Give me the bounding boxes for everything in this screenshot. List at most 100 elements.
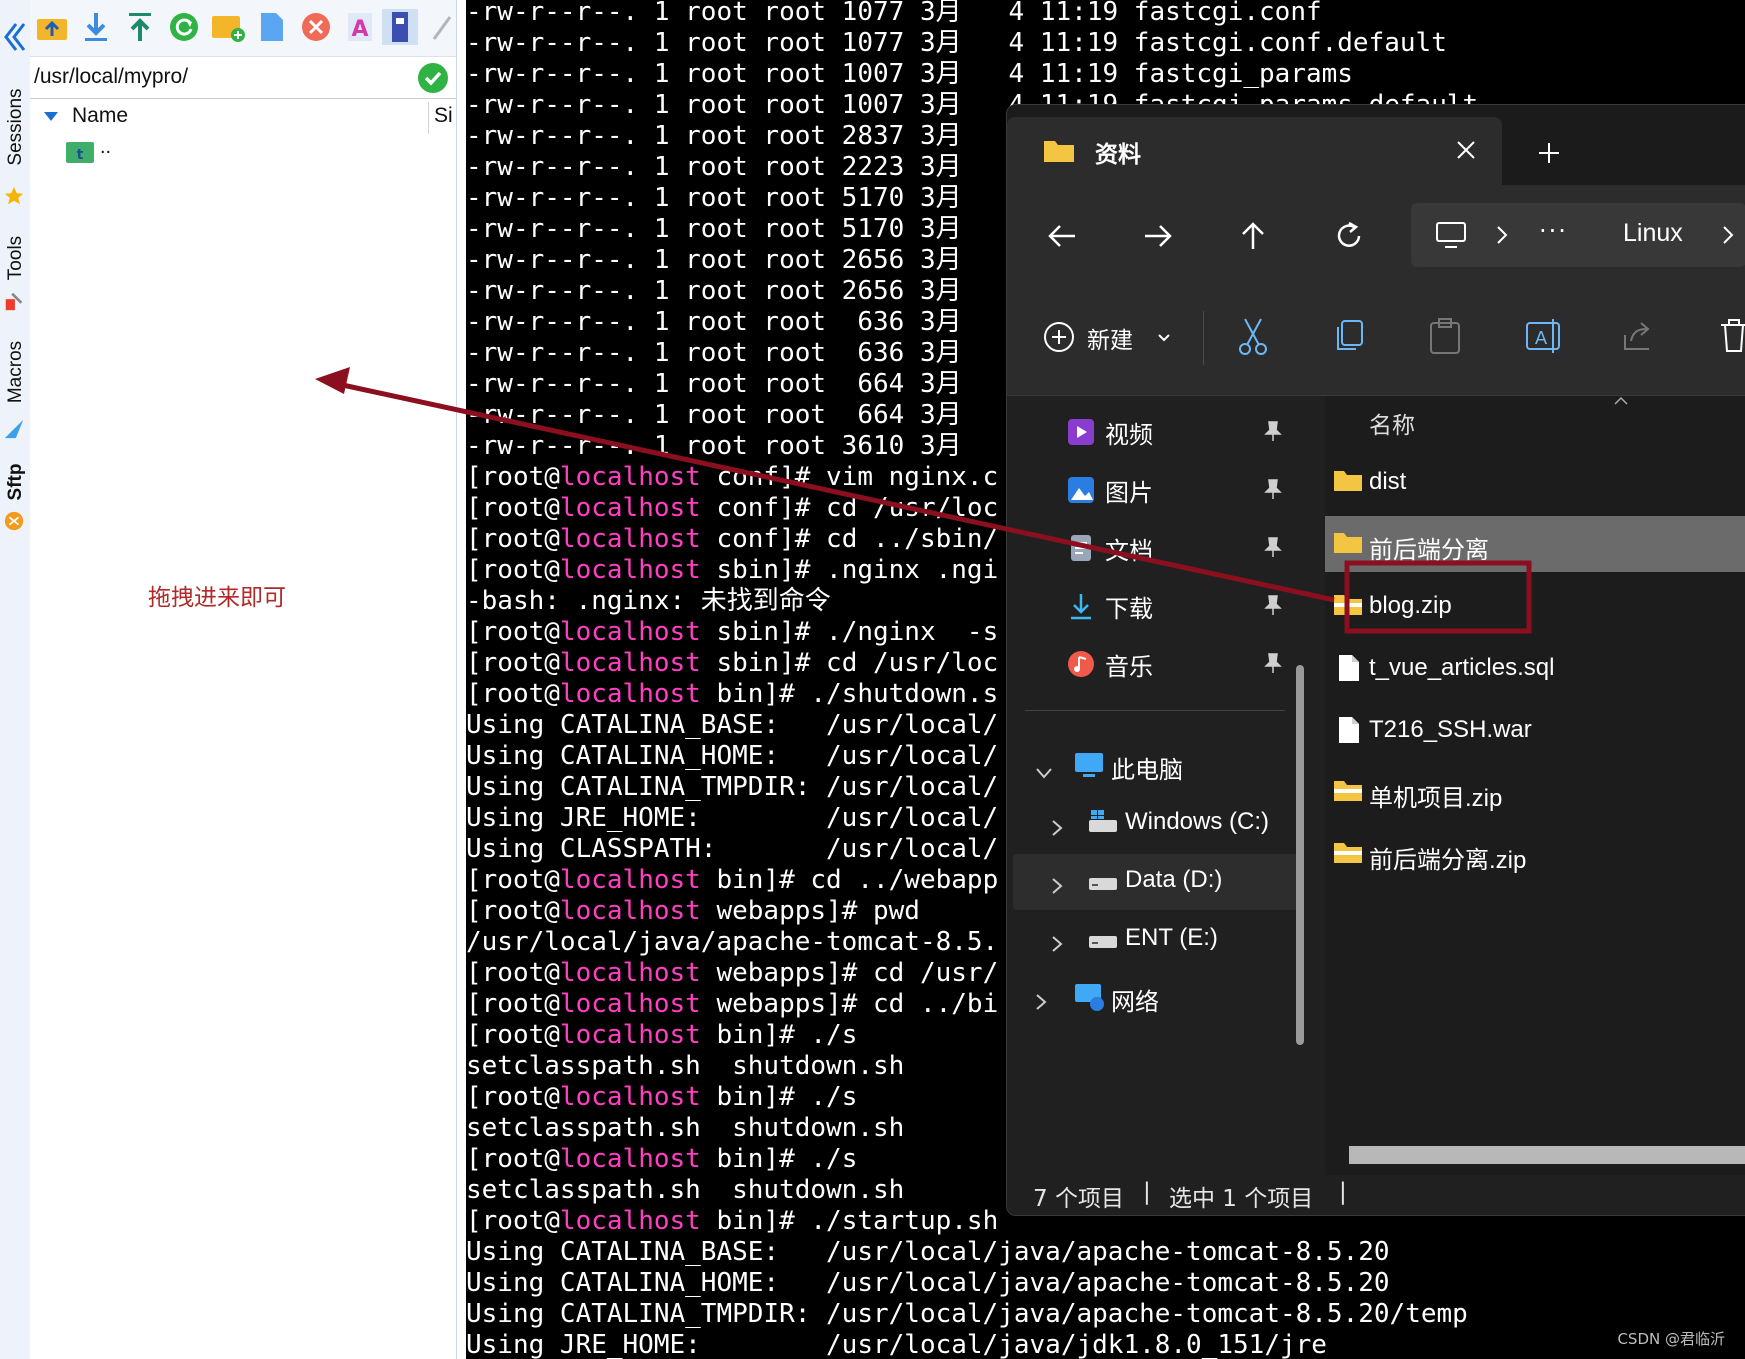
chevron-right-icon[interactable] [1051,815,1065,843]
terminal-line: -rw-r--r--. 1 root root 1077 3月 4 11:19 … [466,0,1322,27]
terminal-line: Using CATALINA_TMPDIR: /usr/local/ [466,772,999,802]
file-item[interactable]: 前后端分离.zip [1325,826,1745,882]
terminal-line: [root@localhost bin]# ./s [466,1082,857,1113]
prompt-prefix: [root@ [466,555,560,585]
prompt-command: sbin]# .nginx .ngi [700,555,999,585]
prompt-host: localhost [559,865,701,895]
nav-item-quick[interactable]: 文档 [1067,520,1297,576]
tab-ziliao[interactable]: 资料 [1007,117,1502,185]
prompt-host: localhost [559,1206,701,1236]
prompt-command: sbin]# cd /usr/loc [700,648,999,678]
cut-icon[interactable] [1237,317,1269,357]
address-bar[interactable]: ··· Linux [1411,203,1745,267]
chevron-right-icon[interactable] [1035,989,1049,1017]
new-file-icon[interactable] [254,9,290,45]
chevron-down-icon[interactable] [1035,759,1053,787]
tab-macros[interactable]: Macros [4,322,28,422]
file-list-pane: 名称 dist 前后端分离 blog.zip t_vue_articles.sql T2… [1325,396,1745,1176]
nav-scrollbar-thumb[interactable] [1296,665,1304,1045]
column-size[interactable]: Si [434,104,453,128]
parent-dir-row[interactable]: t .. [66,136,186,168]
file-name: 单机项目.zip [1369,785,1503,812]
horizontal-scrollbar[interactable] [1349,1146,1745,1164]
close-tab-icon[interactable] [1455,139,1477,161]
pin-icon[interactable] [1263,594,1283,622]
file-name: blog.zip [1369,592,1452,619]
terminal-line: Using CATALINA_BASE: /usr/local/java/apa… [466,1237,1390,1267]
upload-icon[interactable] [122,9,158,45]
documents-icon [1067,534,1101,562]
rename-icon[interactable]: A [1525,317,1561,355]
new-tab-icon[interactable] [1537,141,1561,165]
paste-icon[interactable] [1429,317,1461,355]
copy-icon[interactable] [1333,319,1365,353]
breadcrumb-linux[interactable]: Linux [1623,219,1683,248]
nav-tree-label: Windows (C:) [1125,808,1270,835]
pin-icon[interactable] [1263,420,1283,448]
file-item[interactable]: blog.zip [1325,578,1745,634]
terminal-line: -rw-r--r--. 1 root root 5170 3月 [466,214,962,244]
nav-tree-label: Data (D:) [1125,866,1223,893]
prompt-host: localhost [559,462,701,492]
permissions-icon[interactable] [382,9,418,45]
back-button[interactable] [1037,211,1087,261]
column-name[interactable]: Name [72,104,128,128]
pane-splitter[interactable] [1313,396,1325,1176]
file-item[interactable]: t_vue_articles.sql [1325,640,1745,696]
refresh-button[interactable] [1324,211,1374,261]
upload-folder-icon[interactable] [34,9,70,45]
delete-icon[interactable] [1719,317,1745,353]
chevron-right-icon[interactable] [1051,873,1065,901]
file-item[interactable]: dist [1325,454,1745,510]
divider [1203,311,1204,365]
nav-item-quick[interactable]: 图片 [1067,462,1297,518]
delete-icon[interactable] [298,9,334,45]
up-button[interactable] [1228,211,1278,261]
forward-button[interactable] [1133,211,1183,261]
collapse-panel-icon[interactable] [2,20,26,54]
new-button[interactable]: 新建 [1043,315,1183,359]
folder-icon [1333,529,1363,562]
nav-tree-label: 此电脑 [1111,757,1183,784]
breadcrumb-overflow-icon[interactable]: ··· [1539,217,1568,245]
prompt-host: localhost [559,1144,701,1174]
refresh-icon[interactable] [166,9,202,45]
path-ok-icon[interactable] [417,62,449,94]
pin-icon[interactable] [1263,652,1283,680]
status-separator: | [1339,1179,1347,1205]
file-item[interactable]: T216_SSH.war [1325,702,1745,758]
nav-item-label: 下载 [1105,594,1153,623]
nav-tree-item[interactable]: Windows (C:) [1013,796,1298,852]
pin-icon[interactable] [1263,536,1283,564]
share-icon[interactable] [1621,321,1653,351]
file-item[interactable]: 前后端分离 [1325,516,1745,572]
folder-icon [1333,467,1363,500]
nav-tree-item[interactable]: 网络 [1013,970,1298,1026]
svg-text:t: t [77,147,84,163]
pin-icon[interactable] [1263,478,1283,506]
prompt-command: bin]# cd ../webapp [700,865,999,895]
sort-desc-icon[interactable] [44,112,58,122]
nav-tree-item[interactable]: ENT (E:) [1013,912,1298,968]
nav-item-quick[interactable]: 视频 [1067,404,1297,460]
network-icon [1073,982,1105,1018]
file-item[interactable]: 单机项目.zip [1325,764,1745,820]
download-icon[interactable] [78,9,114,45]
edit-icon[interactable] [424,9,460,45]
nav-item-label: 文档 [1105,536,1153,565]
nav-item-quick[interactable]: 下载 [1067,578,1297,634]
sftp-path-bar[interactable]: /usr/local/mypro/ [30,56,456,99]
column-name[interactable]: 名称 [1369,406,1415,440]
prompt-prefix: [root@ [466,865,560,895]
status-selected: 选中 1 个项目 [1169,1186,1314,1212]
status-separator: | [1143,1179,1151,1205]
chevron-right-icon[interactable] [1051,931,1065,959]
new-folder-icon[interactable] [210,9,246,45]
sftp-path-input[interactable]: /usr/local/mypro/ [34,56,188,98]
tab-sessions[interactable]: Sessions [4,77,28,177]
rename-icon[interactable]: A [342,9,378,45]
plus-circle-icon [1044,322,1074,352]
nav-item-quick[interactable]: 音乐 [1067,636,1297,692]
nav-tree-item[interactable]: 此电脑 [1013,738,1298,794]
nav-tree-item[interactable]: Data (D:) [1013,854,1298,910]
